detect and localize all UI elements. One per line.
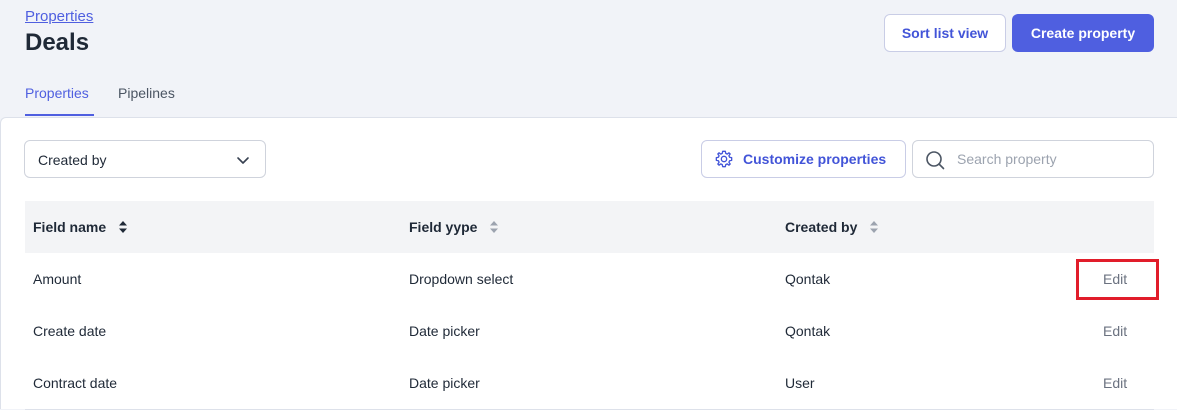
edit-button[interactable]: Edit — [1103, 271, 1127, 287]
table-row: Amount Dropdown select Qontak Edit — [25, 253, 1154, 306]
created-by-cell: Qontak — [785, 323, 831, 339]
column-header-field-type[interactable]: Field yype — [409, 219, 499, 235]
page-title: Deals — [25, 29, 90, 56]
table-row: Create date Date picker Qontak Edit — [25, 305, 1154, 358]
table-row: Contract date Date picker User Edit — [25, 357, 1154, 410]
sort-icon — [119, 221, 128, 233]
search-input[interactable] — [957, 149, 1145, 169]
gear-icon — [715, 150, 733, 168]
field-name-cell: Amount — [33, 271, 82, 287]
sort-icon — [490, 221, 499, 233]
tab-properties[interactable]: Properties — [25, 85, 89, 101]
column-header-created-by[interactable]: Created by — [785, 219, 879, 235]
column-label: Field yype — [409, 219, 478, 235]
filter-value: Created by — [38, 152, 107, 168]
field-type-cell: Date picker — [409, 375, 480, 391]
field-type-cell: Date picker — [409, 323, 480, 339]
search-icon — [926, 151, 945, 170]
search-box[interactable] — [912, 140, 1154, 178]
sort-icon — [870, 221, 879, 233]
column-label: Created by — [785, 219, 858, 235]
created-by-filter-select[interactable]: Created by — [24, 140, 266, 178]
customize-properties-label: Customize properties — [743, 151, 887, 167]
edit-button[interactable]: Edit — [1103, 375, 1127, 391]
create-property-button[interactable]: Create property — [1012, 14, 1154, 52]
created-by-cell: User — [785, 375, 815, 391]
column-header-field-name[interactable]: Field name — [33, 219, 128, 235]
edit-button[interactable]: Edit — [1103, 323, 1127, 339]
field-type-cell: Dropdown select — [409, 271, 514, 287]
active-tab-indicator — [25, 114, 94, 116]
field-name-cell: Create date — [33, 323, 107, 339]
chevron-down-icon — [237, 157, 249, 164]
created-by-cell: Qontak — [785, 271, 831, 287]
field-name-cell: Contract date — [33, 375, 118, 391]
table-header: Field name Field yype Created by — [25, 201, 1154, 254]
column-label: Field name — [33, 219, 107, 235]
breadcrumb[interactable]: Properties — [25, 8, 93, 25]
tab-pipelines[interactable]: Pipelines — [118, 85, 175, 101]
sort-list-view-button[interactable]: Sort list view — [884, 14, 1006, 52]
customize-properties-button[interactable]: Customize properties — [701, 140, 906, 178]
